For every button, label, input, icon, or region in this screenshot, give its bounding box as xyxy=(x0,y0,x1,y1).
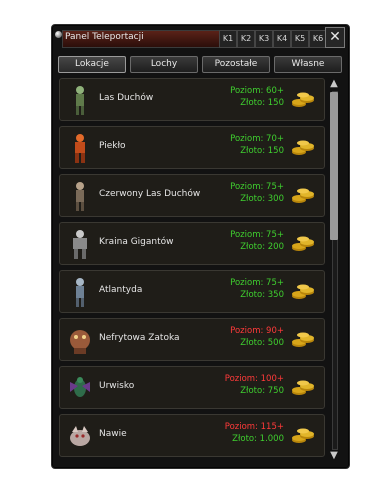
location-name: Nefrytowa Zatoka xyxy=(99,333,180,343)
gold-coins-icon[interactable] xyxy=(291,330,315,350)
level-requirement: Poziom: 115+ xyxy=(224,422,284,432)
level-requirement: Poziom: 70+ xyxy=(230,134,284,144)
gold-cost: Złoto: 1.000 xyxy=(232,434,284,444)
gold-coins-icon[interactable] xyxy=(291,186,315,206)
location-name: Urwisko xyxy=(99,381,135,391)
gold-cost: Złoto: 150 xyxy=(240,146,284,156)
gold-coins-icon[interactable] xyxy=(291,90,315,110)
close-button[interactable]: ✕ xyxy=(325,27,345,48)
gold-coins-icon[interactable] xyxy=(291,378,315,398)
k-tab-2[interactable]: K2 xyxy=(237,30,255,48)
level-requirement: Poziom: 90+ xyxy=(230,326,284,336)
atlantis-warrior-icon xyxy=(76,278,84,307)
level-requirement: Poziom: 75+ xyxy=(230,182,284,192)
title-bar[interactable]: Panel Teleportacji K1 K2 K3 K4 K5 K6 ✕ xyxy=(55,27,345,48)
k-tab-1[interactable]: K1 xyxy=(219,30,237,48)
tab-lokacje[interactable]: Lokacje xyxy=(58,56,126,73)
scrollbar[interactable]: ▲ ▼ xyxy=(327,78,341,462)
location-row[interactable]: Las Duchów Poziom: 60+ Złoto: 150 xyxy=(59,78,325,121)
location-row[interactable]: Urwisko Poziom: 100+ Złoto: 750 xyxy=(59,366,325,409)
scroll-thumb[interactable] xyxy=(330,92,338,240)
gold-coins-icon[interactable] xyxy=(291,138,315,158)
red-forest-spirit-icon xyxy=(76,182,84,211)
gold-coins-icon[interactable] xyxy=(291,282,315,302)
gold-coins-icon[interactable] xyxy=(291,234,315,254)
location-name: Nawie xyxy=(99,429,127,439)
gold-cost: Złoto: 200 xyxy=(240,242,284,252)
cliff-insect-icon xyxy=(70,377,90,397)
location-row[interactable]: Piekło Poziom: 70+ Złoto: 150 xyxy=(59,126,325,169)
location-row[interactable]: Nefrytowa Zatoka Poziom: 90+ Złoto: 500 xyxy=(59,318,325,361)
location-name: Kraina Gigantów xyxy=(99,237,174,247)
location-list: Las Duchów Poziom: 60+ Złoto: 150 Piekło… xyxy=(59,78,325,462)
jade-bay-monster-icon xyxy=(70,330,90,354)
k-tab-3[interactable]: K3 xyxy=(255,30,273,48)
location-name: Las Duchów xyxy=(99,93,154,103)
nawie-beast-icon xyxy=(70,426,90,446)
arrow-up-icon[interactable]: ▲ xyxy=(327,78,341,90)
gold-cost: Złoto: 150 xyxy=(240,98,284,108)
arrow-down-icon[interactable]: ▼ xyxy=(327,450,341,462)
level-requirement: Poziom: 75+ xyxy=(230,278,284,288)
teleport-panel: Panel Teleportacji K1 K2 K3 K4 K5 K6 ✕ L… xyxy=(51,24,350,469)
location-row[interactable]: Kraina Gigantów Poziom: 75+ Złoto: 200 xyxy=(59,222,325,265)
k-tab-5[interactable]: K5 xyxy=(291,30,309,48)
location-name: Atlantyda xyxy=(99,285,143,295)
k-tab-4[interactable]: K4 xyxy=(273,30,291,48)
location-row[interactable]: Nawie Poziom: 115+ Złoto: 1.000 xyxy=(59,414,325,457)
demon-icon xyxy=(75,134,85,163)
level-requirement: Poziom: 100+ xyxy=(224,374,284,384)
forest-spirit-icon xyxy=(76,86,84,115)
gold-cost: Złoto: 300 xyxy=(240,194,284,204)
category-tabs: Lokacje Lochy Pozostałe Własne xyxy=(58,56,343,73)
gold-cost: Złoto: 750 xyxy=(240,386,284,396)
tab-wlasne[interactable]: Własne xyxy=(274,56,342,73)
giant-icon xyxy=(73,230,87,259)
location-name: Piekło xyxy=(99,141,126,151)
location-row[interactable]: Czerwony Las Duchów Poziom: 75+ Złoto: 3… xyxy=(59,174,325,217)
close-icon: ✕ xyxy=(329,29,341,45)
location-name: Czerwony Las Duchów xyxy=(99,189,201,199)
tab-lochy[interactable]: Lochy xyxy=(130,56,198,73)
level-requirement: Poziom: 60+ xyxy=(230,86,284,96)
gold-cost: Złoto: 500 xyxy=(240,338,284,348)
tab-pozostale[interactable]: Pozostałe xyxy=(202,56,270,73)
orb-icon xyxy=(55,31,62,38)
window-title: Panel Teleportacji xyxy=(65,32,144,42)
gold-coins-icon[interactable] xyxy=(291,426,315,446)
gold-cost: Złoto: 350 xyxy=(240,290,284,300)
level-requirement: Poziom: 75+ xyxy=(230,230,284,240)
location-row[interactable]: Atlantyda Poziom: 75+ Złoto: 350 xyxy=(59,270,325,313)
